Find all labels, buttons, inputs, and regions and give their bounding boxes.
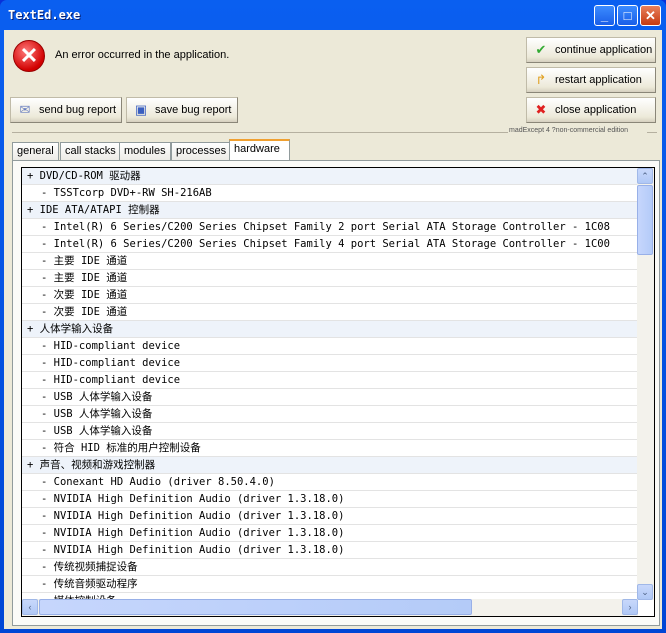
error-icon: ✕ [13, 40, 45, 72]
device-row[interactable]: - 传统视频捕捉设备 [22, 559, 638, 576]
divider [12, 132, 508, 133]
device-row[interactable]: - NVIDIA High Definition Audio (driver 1… [22, 508, 638, 525]
button-label: save bug report [155, 104, 232, 116]
restart-application-button[interactable]: ↱ restart application [526, 67, 656, 93]
tab-hardware[interactable]: hardware [229, 139, 290, 161]
device-row[interactable]: - Intel(R) 6 Series/C200 Series Chipset … [22, 219, 638, 236]
tab-pane: + DVD/CD-ROM 驱动器 - TSSTcorp DVD+-RW SH-21… [12, 160, 660, 626]
checkmark-icon: ✔ [535, 42, 547, 57]
device-row[interactable]: - USB 人体学输入设备 [22, 423, 638, 440]
category-row[interactable]: + IDE ATA/ATAPI 控制器 [22, 202, 638, 219]
device-row[interactable]: - NVIDIA High Definition Audio (driver 1… [22, 491, 638, 508]
category-row[interactable]: + 声音、视频和游戏控制器 [22, 457, 638, 474]
device-row[interactable]: - 次要 IDE 通道 [22, 287, 638, 304]
restart-arrow-icon: ↱ [535, 72, 547, 87]
red-x-icon: ✖ [535, 102, 547, 117]
tab-modules[interactable]: modules [119, 142, 171, 160]
vertical-scrollbar[interactable]: ⌃ ⌄ [637, 168, 654, 600]
window: TextEd.exe _ □ ✕ ✕ An error occurred in … [0, 0, 666, 633]
scroll-down-button[interactable]: ⌄ [637, 584, 653, 600]
send-bug-report-button[interactable]: ✉ send bug report [10, 97, 122, 123]
device-row[interactable]: - NVIDIA High Definition Audio (driver 1… [22, 542, 638, 559]
divider [647, 132, 657, 133]
vertical-scroll-thumb[interactable] [637, 185, 653, 255]
floppy-disk-icon: ▣ [134, 102, 148, 117]
device-row[interactable]: - 传统音频驱动程序 [22, 576, 638, 593]
category-row[interactable]: + 人体学输入设备 [22, 321, 638, 338]
minimize-button[interactable]: _ [594, 5, 615, 26]
device-row[interactable]: - NVIDIA High Definition Audio (driver 1… [22, 525, 638, 542]
category-row[interactable]: + DVD/CD-ROM 驱动器 [22, 168, 638, 185]
device-row[interactable]: - 次要 IDE 通道 [22, 304, 638, 321]
device-row[interactable]: - Intel(R) 6 Series/C200 Series Chipset … [22, 236, 638, 253]
hardware-rows: + DVD/CD-ROM 驱动器 - TSSTcorp DVD+-RW SH-21… [22, 168, 638, 600]
device-row[interactable]: - TSSTcorp DVD+-RW SH-216AB [22, 185, 638, 202]
scroll-right-button[interactable]: › [622, 599, 638, 615]
device-row[interactable]: - HID-compliant device [22, 355, 638, 372]
device-row[interactable]: - 符合 HID 标准的用户控制设备 [22, 440, 638, 457]
button-label: restart application [555, 74, 642, 86]
device-row[interactable]: - 主要 IDE 通道 [22, 253, 638, 270]
scroll-left-button[interactable]: ‹ [22, 599, 38, 615]
hardware-list[interactable]: + DVD/CD-ROM 驱动器 - TSSTcorp DVD+-RW SH-21… [21, 167, 655, 617]
maximize-button[interactable]: □ [617, 5, 638, 26]
button-label: send bug report [39, 104, 117, 116]
window-title: TextEd.exe [8, 8, 81, 22]
continue-application-button[interactable]: ✔ continue application [526, 37, 656, 63]
error-message: An error occurred in the application. [55, 49, 230, 61]
device-row[interactable]: - USB 人体学输入设备 [22, 406, 638, 423]
horizontal-scroll-thumb[interactable] [39, 599, 472, 615]
button-label: close application [555, 104, 637, 116]
save-bug-report-button[interactable]: ▣ save bug report [126, 97, 238, 123]
edition-label: madExcept 4 ?non-commercial edition [509, 127, 629, 134]
dialog-client: ✕ An error occurred in the application. … [4, 30, 662, 629]
device-row[interactable]: - Conexant HD Audio (driver 8.50.4.0) [22, 474, 638, 491]
device-row[interactable]: - USB 人体学输入设备 [22, 389, 638, 406]
tab-general[interactable]: general [12, 142, 59, 160]
horizontal-scrollbar[interactable]: ‹ › [22, 599, 638, 616]
button-label: continue application [555, 44, 653, 56]
device-row[interactable]: - HID-compliant device [22, 372, 638, 389]
tab-processes[interactable]: processes [171, 142, 232, 160]
device-row[interactable]: - 主要 IDE 通道 [22, 270, 638, 287]
scroll-up-button[interactable]: ⌃ [637, 168, 653, 184]
envelope-icon: ✉ [19, 102, 31, 117]
close-window-button[interactable]: ✕ [640, 5, 661, 26]
close-application-button[interactable]: ✖ close application [526, 97, 656, 123]
tab-call-stacks[interactable]: call stacks [60, 142, 121, 160]
device-row[interactable]: - HID-compliant device [22, 338, 638, 355]
